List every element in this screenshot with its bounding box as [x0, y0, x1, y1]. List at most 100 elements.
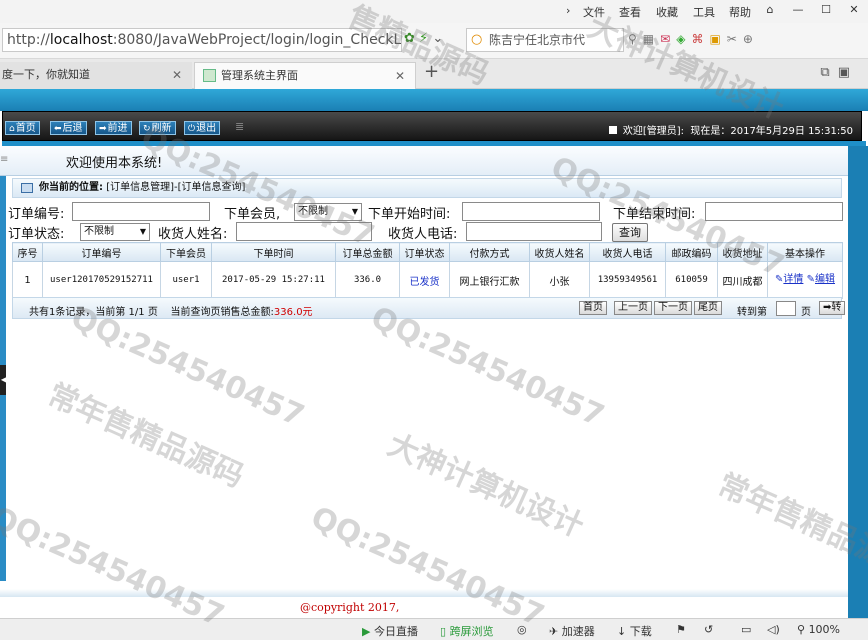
nav-logout-button[interactable]: ⏻退出	[184, 121, 221, 135]
download-button[interactable]: ↓ 下载	[617, 623, 652, 639]
minimize-icon[interactable]: —	[784, 0, 812, 20]
download-icon: ↓	[617, 625, 627, 638]
browser-icon[interactable]: ◎	[517, 623, 527, 636]
col-header: 基本操作	[767, 242, 843, 262]
member-select-value: 不限制	[298, 206, 328, 217]
member-label: 下单会员,	[224, 207, 281, 222]
end-time-input[interactable]	[705, 202, 843, 221]
tab-bar-tools: ⧉▣	[820, 65, 858, 80]
browser-statusbar: ▶ 今日直播 ▯ 跨屏浏览 ◎ ✈ 加速器 ↓ 下载 ⚑ ↺ ▭ ◁) ⚲ 10…	[0, 618, 868, 640]
end-time-label: 下单结束时间:	[613, 207, 696, 222]
mail-icon[interactable]: ✉	[660, 32, 676, 46]
dropdown-icon[interactable]: ⌄	[432, 31, 443, 46]
table-row: 1 user120170529152711 user1 2017-05-29 1…	[12, 261, 843, 299]
welcome-bar: ≡ 欢迎使用本系统!	[0, 146, 848, 176]
refresh-icon: ↻	[143, 124, 151, 134]
speed-icon[interactable]: ⚡	[419, 31, 428, 46]
col-header: 收货人姓名	[529, 242, 590, 262]
refresh-icon[interactable]: ↺	[704, 623, 713, 636]
menu-view[interactable]: 查看	[619, 4, 641, 20]
right-frame-border	[848, 146, 868, 618]
menu-help[interactable]: 帮助	[729, 4, 751, 20]
pager-info: 共有1条记录，当前第 1/1 页 当前查询页销售总金额:336.0元	[29, 303, 313, 318]
forward-arrow-icon: ➡	[99, 124, 107, 134]
query-button[interactable]: 查询	[612, 223, 648, 242]
status-label: 订单状态:	[8, 227, 65, 242]
grid-icon[interactable]: ▦	[643, 32, 660, 46]
goto-page-input[interactable]	[776, 301, 796, 316]
screenshot-icon[interactable]: ✂	[727, 32, 743, 46]
nav-forward-button[interactable]: ➡前进	[95, 121, 132, 135]
close-window-icon[interactable]: ✕	[840, 0, 868, 20]
security-icon[interactable]: ✿	[404, 31, 415, 46]
tab-label: 管理系统主界面	[221, 69, 298, 82]
zoom-control[interactable]: ⚲ 100%	[797, 623, 840, 636]
menu-favorites[interactable]: 收藏	[656, 4, 678, 20]
url-path: :8080/JavaWebProject/login/login_CheckLo…	[112, 32, 402, 48]
sound-icon[interactable]: ◁)	[767, 623, 780, 636]
member-select[interactable]: 不限制 ▼	[294, 203, 362, 221]
table-header-row: 序号 订单编号 下单会员 下单时间 订单总金额 订单状态 付款方式 收货人姓名 …	[12, 242, 843, 262]
search-icon[interactable]: ⚲	[628, 32, 643, 46]
orders-table-wrap: 序号 订单编号 下单会员 下单时间 订单总金额 订单状态 付款方式 收货人姓名 …	[12, 242, 843, 299]
address-input[interactable]: http://localhost:8080/JavaWebProject/log…	[2, 28, 402, 52]
restore-tab-icon[interactable]: ⧉	[820, 65, 837, 80]
menu-tools[interactable]: 工具	[693, 4, 715, 20]
close-icon[interactable]: ✕	[395, 63, 405, 89]
breadcrumb-path: [订单信息管理]-[订单信息查询]	[106, 182, 246, 193]
phone-icon: ▯	[440, 625, 447, 638]
col-header: 订单编号	[42, 242, 161, 262]
pin-icon[interactable]: ⌂	[756, 0, 784, 20]
pagination-bar: 共有1条记录，当前第 1/1 页 当前查询页销售总金额:336.0元 首页 上一…	[12, 297, 846, 319]
tab-baidu[interactable]: 度一下，你就知道 ✕	[0, 62, 192, 89]
flag-icon[interactable]: ⚑	[676, 623, 686, 636]
translate-icon[interactable]: ⌘	[691, 32, 709, 46]
order-no-input[interactable]	[72, 202, 210, 221]
menu-arrow-icon[interactable]: ›	[566, 4, 570, 17]
nav-refresh-button[interactable]: ↻刷新	[139, 121, 176, 135]
status-select[interactable]: 不限制 ▼	[80, 223, 150, 241]
receiver-name-input[interactable]	[236, 222, 372, 241]
record-count: 共有1条记录，当前第 1/1 页	[29, 307, 158, 318]
start-time-input[interactable]	[462, 202, 600, 221]
shield-icon[interactable]: ◈	[676, 32, 691, 46]
breadcrumb: 你当前的位置: [订单信息管理]-[订单信息查询]	[12, 178, 842, 198]
cell-phone: 13959349561	[589, 261, 666, 299]
new-tab-button[interactable]: +	[424, 61, 439, 82]
accelerator-button[interactable]: ✈ 加速器	[549, 623, 595, 639]
nav-refresh-label: 刷新	[151, 123, 172, 134]
tab-menu-icon[interactable]: ▣	[838, 65, 858, 80]
tools-icon[interactable]: ▣	[709, 32, 726, 46]
maximize-icon[interactable]: ☐	[812, 0, 840, 20]
receiver-phone-input[interactable]	[466, 222, 602, 241]
browser-menubar: › 文件 查看 收藏 工具 帮助 ⌂ — ☐ ✕	[0, 0, 868, 23]
tab-admin-main[interactable]: 管理系统主界面 ✕	[194, 62, 416, 89]
prev-page-button[interactable]: 上一页	[614, 301, 652, 315]
receiver-name-label: 收货人姓名:	[158, 227, 228, 242]
url-host: localhost	[49, 32, 113, 48]
menu-file[interactable]: 文件	[583, 4, 605, 20]
close-icon[interactable]: ✕	[172, 62, 182, 88]
receiver-phone-label: 收货人电话:	[388, 227, 458, 242]
sales-amount: 336.0元	[273, 307, 313, 318]
grip-icon: ≣	[235, 120, 245, 133]
page-unit: 页	[801, 307, 811, 318]
go-button[interactable]: ➡转	[819, 301, 846, 315]
nav-home-button[interactable]: ⌂首页	[5, 121, 40, 135]
cross-screen-button[interactable]: ▯ 跨屏浏览	[440, 623, 494, 639]
nav-back-button[interactable]: ⬅后退	[50, 121, 87, 135]
cell-payment: 网上银行汇款	[449, 261, 530, 299]
screen-icon[interactable]: ▭	[741, 623, 751, 636]
download-label: 下载	[629, 625, 652, 638]
col-header: 邮政编码	[665, 242, 718, 262]
edit-link[interactable]: 编辑	[815, 274, 835, 285]
first-page-button[interactable]: 首页	[579, 301, 607, 315]
col-header: 收货人电话	[589, 242, 666, 262]
detail-link[interactable]: 详情	[783, 274, 803, 285]
live-button[interactable]: ▶ 今日直播	[362, 623, 418, 639]
extensions-icon[interactable]: ⊕	[743, 32, 759, 46]
last-page-button[interactable]: 尾页	[694, 301, 722, 315]
search-input[interactable]: ○ 陈吉宁任北京市代	[466, 28, 624, 52]
toolbar-icons: ⚲▦✉◈⌘▣✂⊕	[628, 32, 759, 46]
next-page-button[interactable]: 下一页	[654, 301, 692, 315]
